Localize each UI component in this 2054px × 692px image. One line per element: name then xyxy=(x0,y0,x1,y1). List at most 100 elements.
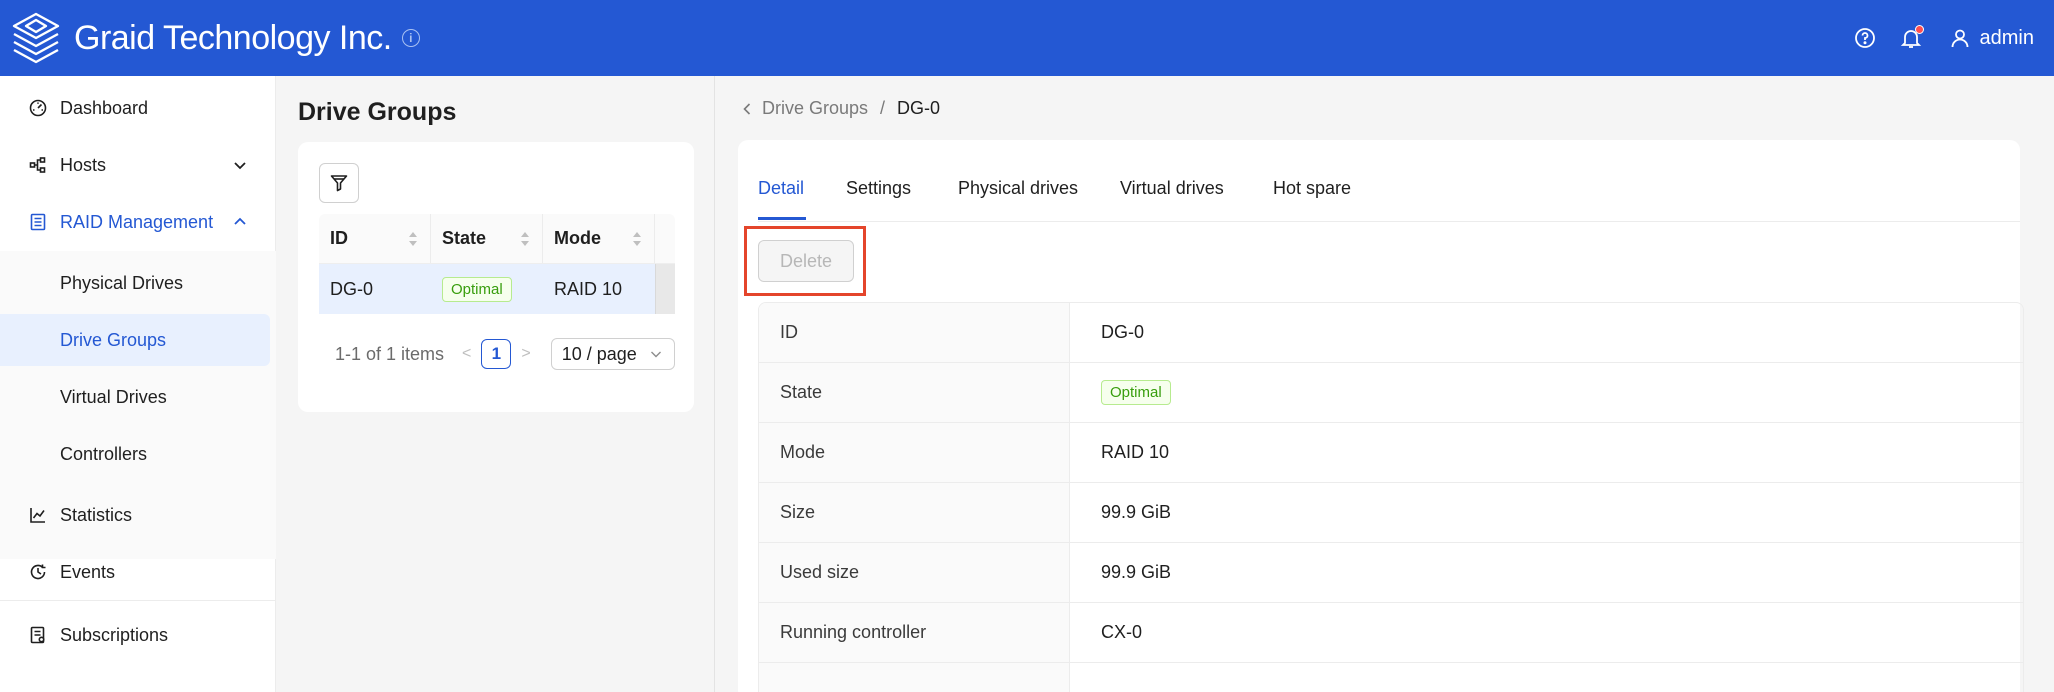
sidebar-subitem-label: Virtual Drives xyxy=(60,386,167,407)
drive-groups-panel: Drive Groups ID State Mode DG-0 Optimal … xyxy=(277,76,715,692)
chevron-up-icon xyxy=(234,217,246,225)
active-tab-indicator xyxy=(758,217,806,220)
sidebar-item-hosts[interactable]: Hosts xyxy=(0,137,276,193)
detail-row: Used size 99.9 GiB xyxy=(759,543,2023,603)
sidebar-item-label: Statistics xyxy=(60,504,133,525)
detail-value: 99.9 GiB xyxy=(1101,502,1172,522)
detail-key: State xyxy=(759,363,1070,422)
breadcrumb-parent-link[interactable]: Drive Groups xyxy=(762,98,868,119)
sidebar-item-label: Hosts xyxy=(60,154,107,175)
breadcrumb-current: DG-0 xyxy=(897,98,941,118)
column-header-label: State xyxy=(442,228,487,248)
column-header-mode[interactable]: Mode xyxy=(543,214,655,263)
pagination-summary: 1-1 of 1 items xyxy=(335,343,445,364)
detail-key: Running controller xyxy=(759,603,1070,662)
sidebar-subitem-label: Controllers xyxy=(60,443,148,464)
column-header-label: Mode xyxy=(554,228,601,248)
detail-tabs: Detail Settings Physical drives Virtual … xyxy=(758,140,2020,222)
breadcrumb-separator: / xyxy=(880,98,886,118)
statistics-icon xyxy=(29,506,47,524)
detail-row xyxy=(759,663,2023,692)
tab-virtual-drives[interactable]: Virtual drives xyxy=(1120,178,1224,199)
detail-key: Used size xyxy=(759,543,1070,602)
sidebar-item-drive-groups[interactable]: Drive Groups xyxy=(0,314,270,366)
brand-name: Graid Technology Inc. xyxy=(74,18,392,57)
user-icon xyxy=(1951,29,1968,48)
chevron-down-icon xyxy=(650,351,661,358)
help-icon[interactable] xyxy=(1854,27,1876,49)
column-header-state[interactable]: State xyxy=(431,214,543,263)
detail-key: Mode xyxy=(759,423,1070,482)
sidebar-item-virtual-drives[interactable]: Virtual Drives xyxy=(0,371,276,423)
sort-icon[interactable] xyxy=(408,231,418,247)
sidebar-item-physical-drives[interactable]: Physical Drives xyxy=(0,257,276,309)
status-badge: Optimal xyxy=(1101,380,1171,405)
page-title: Drive Groups xyxy=(298,98,457,126)
sidebar-item-label: Events xyxy=(60,561,116,582)
status-badge: Optimal xyxy=(442,276,512,302)
info-icon[interactable]: i xyxy=(401,29,420,47)
sidebar-item-raid-management[interactable]: RAID Management xyxy=(0,194,276,250)
detail-panel: Drive Groups / DG-0 Detail Settings Phys… xyxy=(716,76,2054,692)
logo-icon xyxy=(12,12,60,64)
next-page-button[interactable]: > xyxy=(521,345,530,363)
notification-bell-icon[interactable] xyxy=(1900,25,1924,49)
detail-row: Size 99.9 GiB xyxy=(759,483,2023,543)
sidebar-item-controllers[interactable]: Controllers xyxy=(0,428,276,480)
sidebar-subitem-label: Drive Groups xyxy=(60,329,167,350)
detail-value: 99.9 GiB xyxy=(1101,562,1172,582)
top-header: Graid Technology Inc. i admin xyxy=(0,0,2054,76)
tab-settings[interactable]: Settings xyxy=(846,178,911,199)
tab-detail[interactable]: Detail xyxy=(758,178,804,199)
hosts-icon xyxy=(29,156,47,174)
detail-row: State Optimal xyxy=(759,363,2023,423)
dashboard-icon xyxy=(29,99,47,117)
detail-row: Running controller CX-0 xyxy=(759,603,2023,663)
username: admin xyxy=(1979,26,2034,49)
table-scrollbar[interactable] xyxy=(655,264,675,314)
filter-icon xyxy=(330,175,348,192)
sidebar-item-events[interactable]: Events xyxy=(0,544,276,600)
logo[interactable]: Graid Technology Inc. i xyxy=(8,10,420,66)
cell-id: DG-0 xyxy=(330,278,374,299)
sidebar-item-label: Subscriptions xyxy=(60,624,169,645)
filter-button[interactable] xyxy=(319,163,359,203)
page-number-button[interactable]: 1 xyxy=(481,339,512,369)
detail-value: Optimal xyxy=(1070,363,2023,422)
subscriptions-icon xyxy=(29,626,47,644)
raid-icon xyxy=(29,213,47,231)
cell-mode: RAID 10 xyxy=(554,278,623,299)
sidebar-item-dashboard[interactable]: Dashboard xyxy=(0,80,276,136)
chevron-down-icon xyxy=(234,162,246,170)
user-menu[interactable]: admin xyxy=(1950,27,2034,50)
pagination: 1-1 of 1 items < 1 > 10 / page xyxy=(335,338,675,370)
prev-page-button[interactable]: < xyxy=(462,345,471,363)
sort-icon[interactable] xyxy=(520,231,530,247)
events-icon xyxy=(29,563,47,581)
sort-icon[interactable] xyxy=(632,231,642,247)
detail-row: Mode RAID 10 xyxy=(759,423,2023,483)
detail-row: ID DG-0 xyxy=(759,303,2023,363)
table-header: ID State Mode xyxy=(319,214,675,264)
detail-key xyxy=(759,663,1070,692)
detail-value: RAID 10 xyxy=(1101,442,1170,462)
back-chevron-icon[interactable] xyxy=(740,102,754,116)
detail-key: Size xyxy=(759,483,1070,542)
sidebar-item-subscriptions[interactable]: Subscriptions xyxy=(0,607,276,663)
sidebar-divider xyxy=(0,600,276,601)
sidebar-item-statistics[interactable]: Statistics xyxy=(0,487,276,543)
sidebar: Dashboard Hosts RAID Management Physical… xyxy=(0,76,276,692)
detail-key: ID xyxy=(759,303,1070,362)
column-header-id[interactable]: ID xyxy=(319,214,431,263)
notification-dot xyxy=(1914,25,1924,34)
column-header-label: ID xyxy=(330,228,348,248)
tab-physical-drives[interactable]: Physical drives xyxy=(958,178,1078,199)
page-size-select[interactable]: 10 / page xyxy=(550,338,675,370)
page-size-value: 10 / page xyxy=(561,343,637,364)
sidebar-subitem-label: Physical Drives xyxy=(60,272,184,293)
delete-button[interactable]: Delete xyxy=(758,240,854,282)
tab-hot-spare[interactable]: Hot spare xyxy=(1273,178,1351,199)
detail-card: Detail Settings Physical drives Virtual … xyxy=(738,140,2024,692)
breadcrumb: Drive Groups / DG-0 xyxy=(740,98,940,119)
table-row[interactable]: DG-0 Optimal RAID 10 xyxy=(319,264,675,314)
